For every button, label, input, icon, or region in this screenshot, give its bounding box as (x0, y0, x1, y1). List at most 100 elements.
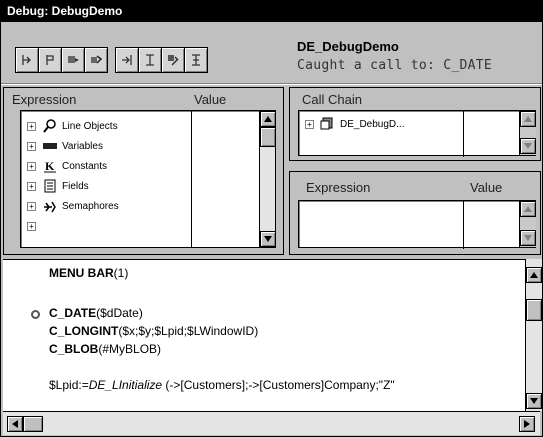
expand-icon[interactable]: + (27, 141, 36, 151)
expression-panel: Expression Value + Line Objects + Variab… (3, 87, 284, 255)
call-chain-item[interactable]: + DE_DebugD... (305, 115, 404, 133)
caught-call-text: Caught a call to: C_DATE (297, 58, 493, 73)
tree-item-label: Semaphores (62, 200, 119, 212)
scroll-thumb[interactable] (23, 416, 43, 432)
scroll-up-button[interactable] (520, 111, 536, 127)
step-into-button[interactable] (115, 47, 139, 73)
column-divider (463, 111, 464, 157)
variables-icon (42, 139, 58, 153)
code-horizontal-scrollbar[interactable] (3, 411, 540, 435)
keyword: C_DATE (49, 306, 97, 320)
code-line-4[interactable]: C_BLOB(#MyBLOB) (49, 342, 161, 356)
abort-button[interactable] (84, 47, 108, 73)
no-trace-button[interactable] (184, 47, 208, 73)
constants-icon: K (42, 159, 58, 173)
expression-panel-2: Expression Value (289, 171, 541, 255)
arrow-up-icon (524, 206, 532, 212)
value-column-header[interactable]: Value (470, 180, 502, 195)
scroll-right-button[interactable] (519, 416, 535, 432)
scroll-down-button[interactable] (260, 231, 275, 247)
arrow-left-icon (12, 420, 18, 428)
code-line-2[interactable]: C_DATE($dDate) (49, 306, 143, 320)
tree-item-semaphores[interactable]: + Semaphores (27, 197, 119, 215)
expand-icon[interactable]: + (27, 181, 36, 191)
arrow-down-icon (524, 143, 532, 149)
scroll-left-button[interactable] (7, 416, 23, 432)
code-args: (#MyBLOB) (98, 342, 162, 356)
step-icon (22, 55, 31, 65)
edit-button[interactable] (161, 47, 185, 73)
value-column-header[interactable]: Value (194, 92, 226, 107)
expand-icon[interactable]: + (305, 119, 314, 129)
column-divider (191, 111, 192, 247)
tree-item-fields[interactable]: + Fields (27, 177, 89, 195)
trace-icon (46, 55, 54, 65)
trace-button[interactable] (38, 47, 62, 73)
magnifier-icon (42, 119, 58, 133)
tree-item-label: Line Objects (62, 120, 118, 132)
edit-icon (168, 55, 179, 66)
expression-scrollbar[interactable] (259, 111, 275, 247)
fields-icon (42, 179, 58, 193)
expand-icon[interactable]: + (27, 221, 36, 231)
step-button[interactable] (15, 47, 39, 73)
call-chain-scrollbar[interactable] (519, 111, 536, 155)
tree-item-label: Variables (62, 140, 103, 152)
source-code-area[interactable]: MENU BAR(1) C_DATE($dDate) C_LONGINT($x;… (3, 259, 528, 411)
expression-list: + Line Objects + Variables + K Constants… (20, 110, 276, 248)
code-line-3[interactable]: C_LONGINT($x;$y;$Lpid;$LWindowID) (49, 324, 258, 338)
expand-icon[interactable]: + (27, 121, 36, 131)
tree-item-label: Fields (62, 180, 89, 192)
expression-column-header[interactable]: Expression (306, 180, 370, 195)
tree-item-label: Constants (62, 160, 108, 172)
scroll-up-button[interactable] (260, 111, 275, 127)
tree-item-constants[interactable]: + K Constants (27, 157, 107, 175)
scroll-up-button[interactable] (526, 267, 542, 283)
scroll-up-button[interactable] (520, 201, 536, 217)
code-vertical-scrollbar[interactable] (525, 259, 542, 411)
arrow-right-icon (524, 420, 530, 428)
tree-item-partial[interactable]: + (27, 217, 42, 235)
scroll-thumb[interactable] (526, 299, 542, 321)
scroll-down-button[interactable] (520, 138, 536, 154)
no-trace-icon (192, 54, 200, 66)
method-icon (320, 117, 336, 131)
breakpoint-icon[interactable] (31, 310, 40, 319)
code-args: ($dDate) (96, 306, 143, 320)
run-button[interactable] (61, 47, 85, 73)
run-icon (68, 56, 79, 63)
arrow-down-icon (264, 236, 272, 242)
call-chain-title: Call Chain (302, 92, 362, 107)
step-into-icon (122, 55, 132, 65)
keyword: MENU BAR (49, 266, 114, 280)
code-args: ($x;$y;$Lpid;$LWindowID) (118, 324, 259, 338)
scroll-down-button[interactable] (526, 393, 542, 409)
semaphore-icon (42, 199, 58, 213)
method-name: DE_DebugDemo (297, 39, 399, 54)
arrow-up-icon (530, 272, 538, 278)
scroll-down-button[interactable] (520, 230, 536, 246)
step-over-button[interactable] (138, 47, 162, 73)
divider (1, 83, 542, 85)
arrow-up-icon (524, 116, 532, 122)
tree-item-line-objects[interactable]: + Line Objects (27, 117, 118, 135)
expression-scrollbar-2[interactable] (519, 201, 536, 247)
arrow-down-icon (524, 235, 532, 241)
expand-icon[interactable]: + (27, 161, 36, 171)
code-text: $Lpid:= (49, 378, 89, 392)
window-title[interactable]: Debug: DebugDemo (1, 1, 542, 22)
arrow-down-icon (530, 398, 538, 404)
toolbar (15, 47, 215, 75)
code-line-5[interactable]: $Lpid:=DE_LInitialize (->[Customers];->[… (49, 378, 395, 392)
scroll-thumb[interactable] (260, 127, 275, 147)
code-args: (1) (113, 266, 129, 280)
code-line-1[interactable]: MENU BAR(1) (49, 266, 128, 280)
tree-item-variables[interactable]: + Variables (27, 137, 103, 155)
svg-text:K: K (45, 159, 55, 173)
column-divider (463, 201, 464, 249)
expand-icon[interactable]: + (27, 201, 36, 211)
expression-column-header[interactable]: Expression (12, 92, 76, 107)
call-chain-list: + DE_DebugD... (298, 110, 536, 157)
debug-window: Debug: DebugDemo DE_DebugDemo Caught a c… (0, 0, 543, 437)
call-chain-label: DE_DebugD... (340, 118, 405, 130)
